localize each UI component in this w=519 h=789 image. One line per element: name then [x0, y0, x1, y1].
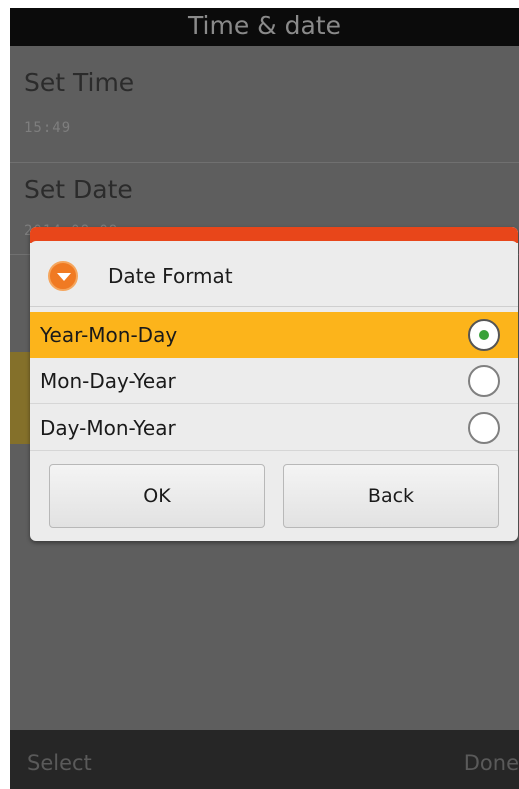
set-time-item[interactable]: Set Time 15:49 — [10, 46, 519, 163]
option-label: Mon-Day-Year — [40, 369, 176, 393]
highlighted-item-peek — [10, 352, 30, 444]
option-day-mon-year[interactable]: Day-Mon-Year — [30, 405, 518, 451]
set-time-heading: Set Time — [24, 68, 135, 97]
option-label: Year-Mon-Day — [40, 323, 178, 347]
date-format-dialog: Date Format Year-Mon-Day Mon-Day-Year Da… — [30, 227, 518, 541]
option-mon-day-year[interactable]: Mon-Day-Year — [30, 358, 518, 404]
done-softkey[interactable]: Done — [464, 730, 519, 789]
radio-button[interactable] — [468, 365, 500, 397]
radio-button-selected[interactable] — [468, 319, 500, 351]
back-button[interactable]: Back — [283, 464, 499, 528]
select-softkey[interactable]: Select — [27, 730, 92, 789]
dialog-title: Date Format — [108, 264, 233, 288]
radio-button[interactable] — [468, 412, 500, 444]
option-year-mon-day[interactable]: Year-Mon-Day — [30, 312, 518, 358]
screen-title: Time & date — [10, 8, 519, 46]
option-label: Day-Mon-Year — [40, 416, 176, 440]
set-time-value: 15:49 — [24, 120, 72, 136]
radio-dot-icon — [479, 330, 489, 340]
dialog-header: Date Format — [30, 241, 518, 307]
set-date-heading: Set Date — [24, 175, 133, 204]
ok-button[interactable]: OK — [49, 464, 265, 528]
softkey-bar: Select Done — [10, 730, 519, 789]
dropdown-circle-icon — [48, 261, 78, 291]
